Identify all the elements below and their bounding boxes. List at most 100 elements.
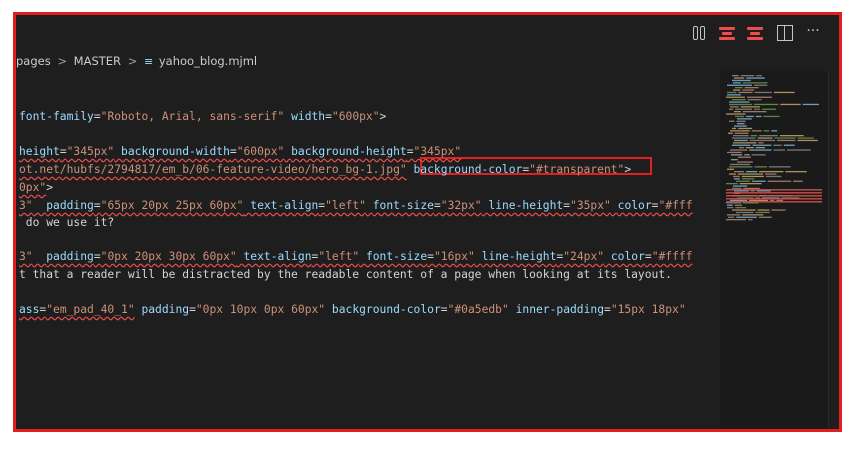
minimap-line <box>726 113 746 115</box>
minimap-line <box>728 132 733 134</box>
minimap-line <box>735 108 753 110</box>
minimap-line <box>771 209 786 211</box>
minimap-line <box>732 99 746 101</box>
minimap-line <box>730 106 739 108</box>
minimap-line <box>734 111 741 113</box>
minimap-line <box>780 103 801 106</box>
minimap-line <box>734 171 745 173</box>
code-token: > <box>379 110 387 123</box>
code-editor[interactable]: font-family="Roboto, Arial, sans-serif" … <box>16 71 718 429</box>
editor-title-bar: ··· <box>16 15 839 51</box>
breadcrumb-item-pages[interactable]: pages <box>16 51 51 71</box>
minimap-line <box>730 163 751 166</box>
minimap-line <box>759 171 784 173</box>
code-token: background-color <box>331 303 441 316</box>
minimap-line <box>729 120 735 122</box>
code-token: "35px" <box>570 199 611 212</box>
code-token: = <box>563 199 571 212</box>
minimap-line <box>727 151 742 154</box>
code-token: background-color <box>413 163 523 176</box>
code-token: padding <box>46 199 94 212</box>
minimap-line <box>753 103 779 106</box>
code-token: = <box>433 199 441 212</box>
minimap-line <box>757 137 773 139</box>
code-token: = <box>59 145 67 158</box>
minimap-line <box>797 139 818 142</box>
minimap-line <box>734 125 747 127</box>
minimap-line <box>749 199 769 202</box>
compare-changes-icon[interactable] <box>691 25 707 41</box>
minimap-line <box>727 207 734 209</box>
more-actions-icon[interactable]: ··· <box>803 21 823 41</box>
code-token: color <box>610 250 645 263</box>
minimap-line <box>733 175 740 178</box>
code-token: "0px 20px 30px 60px" <box>100 250 237 263</box>
open-changes-icon[interactable] <box>719 25 735 41</box>
code-line[interactable]: do we use it? <box>19 214 114 232</box>
code-token: text-align <box>243 250 312 263</box>
code-token: "Roboto, Arial, sans-serif" <box>100 110 285 123</box>
minimap-line <box>730 130 750 132</box>
code-token: line-height <box>481 250 557 263</box>
minimap-line <box>773 149 786 151</box>
code-line[interactable]: font-family="Roboto, Arial, sans-serif" … <box>19 108 386 126</box>
breadcrumb-item-file[interactable]: yahoo_blog.mjml <box>159 51 257 71</box>
minimap-line <box>742 89 755 91</box>
code-token: "em_pad_40_1" <box>46 303 135 316</box>
minimap-line <box>737 118 752 120</box>
code-line[interactable]: 0px"> <box>19 179 53 197</box>
editor-window: ··· pages > MASTER > ≡ yahoo_blog.mjml f… <box>13 12 842 432</box>
minimap-line <box>746 171 758 173</box>
minimap-line <box>736 120 746 122</box>
minimap-line <box>735 207 747 209</box>
code-line[interactable]: 3" padding="65px 20px 25px 60px" text-al… <box>19 197 693 215</box>
code-line[interactable]: height="345px" background-width="600px" … <box>19 143 461 161</box>
minimap-preview <box>726 75 822 221</box>
minimap-line <box>741 178 755 180</box>
minimap-line <box>752 144 772 146</box>
minimap-line <box>740 106 760 108</box>
code-token: "345px" <box>413 145 462 158</box>
minimap-line <box>783 144 795 146</box>
minimap-line <box>737 173 764 175</box>
minimap-line <box>767 180 792 182</box>
code-line[interactable]: ass="em_pad_40_1" padding="0px 10px 0px … <box>19 301 686 319</box>
code-line[interactable]: 3" padding="0px 20px 30px 60px" text-ali… <box>19 248 693 266</box>
code-line[interactable]: t that a reader will be distracted by th… <box>19 266 672 284</box>
minimap-line <box>768 166 791 168</box>
minimap-line <box>787 149 811 151</box>
minimap-line <box>734 77 745 79</box>
minimap-line <box>732 75 739 77</box>
minimap-line <box>763 115 780 118</box>
code-token: ass <box>19 303 40 316</box>
code-token: 3" <box>19 250 33 263</box>
minimap[interactable] <box>720 71 828 429</box>
minimap-line <box>728 216 735 218</box>
minimap-line <box>727 168 734 170</box>
vertical-scrollbar[interactable] <box>828 71 839 429</box>
minimap-line <box>729 108 734 110</box>
code-token: line-height <box>488 199 564 212</box>
minimap-line <box>745 147 754 149</box>
minimap-line <box>746 96 772 98</box>
toggle-changes-icon[interactable] <box>747 25 763 41</box>
code-token: "#0a5edb" <box>447 303 509 316</box>
minimap-line <box>757 209 770 211</box>
code-line[interactable]: ot.net/hubfs/2794817/em_b/06-feature-vid… <box>19 161 631 179</box>
minimap-line <box>738 156 751 158</box>
code-token: "#transparent" <box>529 163 625 176</box>
minimap-line <box>726 183 738 185</box>
minimap-line <box>732 127 737 130</box>
code-token: = <box>325 110 332 123</box>
minimap-line <box>726 219 746 221</box>
minimap-line <box>736 211 754 214</box>
breadcrumb-item-master[interactable]: MASTER <box>74 51 121 71</box>
split-editor-icon[interactable] <box>777 25 793 41</box>
minimap-line <box>742 82 768 84</box>
minimap-line <box>744 87 759 89</box>
code-token: padding <box>46 250 94 263</box>
